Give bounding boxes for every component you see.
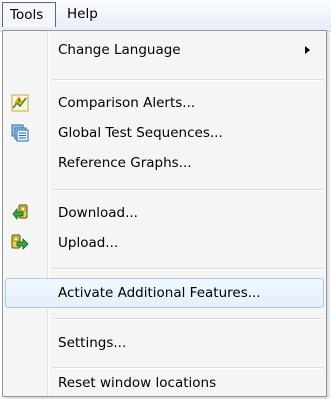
menu-item-activate-additional-features[interactable]: Activate Additional Features...	[5, 278, 324, 308]
menu-item-comparison-alerts[interactable]: Comparison Alerts...	[5, 88, 324, 118]
test-sequences-icon	[11, 124, 29, 142]
menu-separator	[53, 79, 323, 81]
menu-item-reset-window-locations[interactable]: Reset window locations	[5, 368, 324, 398]
tools-dropdown-menu: Change Language Comparison Alerts... Glo…	[2, 30, 327, 397]
menu-item-download[interactable]: Download...	[5, 198, 324, 228]
menu-tools[interactable]: Tools	[2, 2, 56, 27]
menu-item-label: Settings...	[58, 335, 127, 351]
upload-icon	[11, 234, 29, 252]
menu-item-label: Comparison Alerts...	[58, 95, 196, 111]
menu-item-label: Change Language	[58, 42, 181, 58]
menu-item-label: Global Test Sequences...	[58, 125, 223, 141]
menu-item-label: Download...	[58, 205, 138, 221]
comparison-alerts-icon	[11, 94, 29, 112]
menu-separator	[53, 189, 323, 191]
menu-item-upload[interactable]: Upload...	[5, 228, 324, 258]
menu-item-label: Reset window locations	[58, 375, 217, 391]
menu-item-global-test-sequences[interactable]: Global Test Sequences...	[5, 118, 324, 148]
menu-separator	[53, 318, 323, 320]
menu-help[interactable]: Help	[60, 2, 105, 27]
submenu-arrow-icon	[305, 46, 310, 54]
menu-item-label: Reference Graphs...	[58, 155, 192, 171]
menu-item-reference-graphs[interactable]: Reference Graphs...	[5, 148, 324, 178]
menu-bar: Tools Help	[0, 0, 331, 32]
download-icon	[11, 204, 29, 222]
menu-item-change-language[interactable]: Change Language	[5, 35, 324, 65]
menu-item-settings[interactable]: Settings...	[5, 328, 324, 358]
menu-separator	[53, 268, 323, 270]
menu-item-label: Activate Additional Features...	[58, 285, 261, 301]
menu-item-label: Upload...	[58, 235, 119, 251]
